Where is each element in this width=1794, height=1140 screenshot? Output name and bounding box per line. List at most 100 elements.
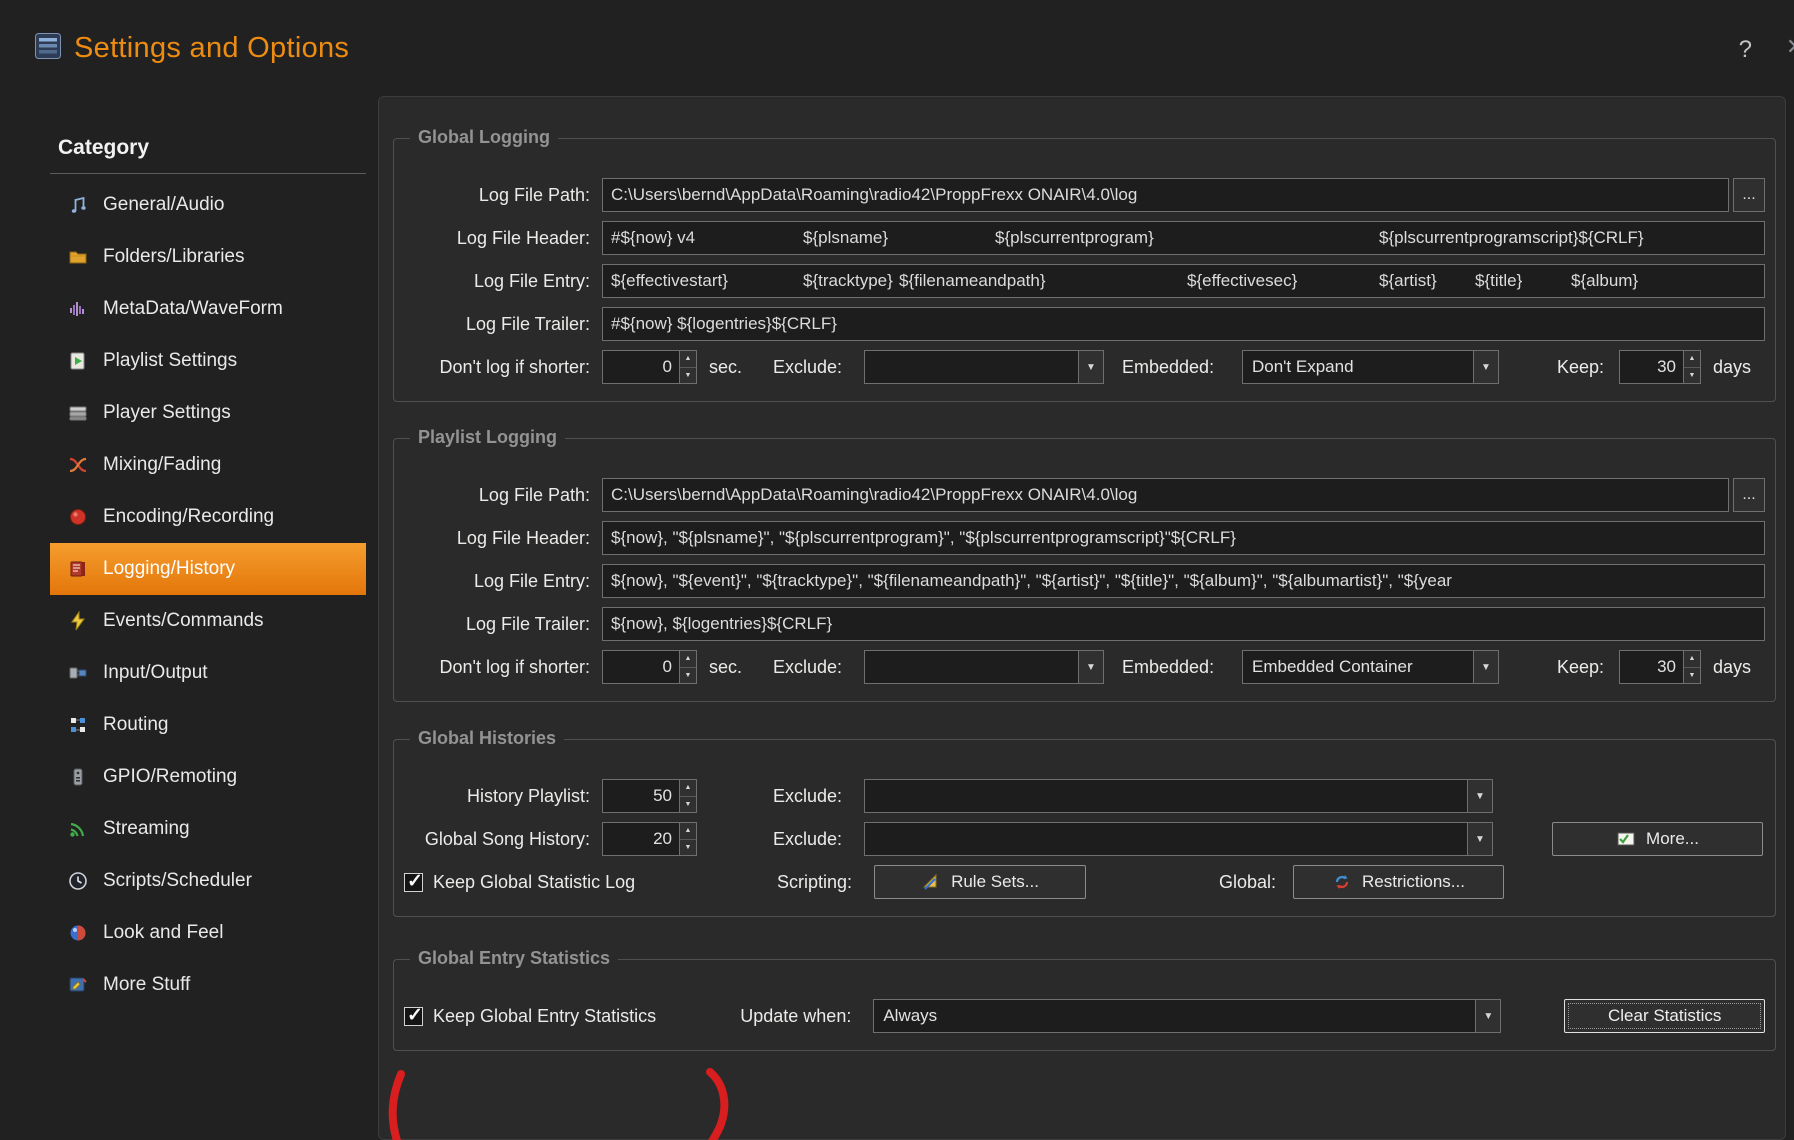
gh-exclude2-dropdown[interactable]: ▼	[864, 822, 1493, 856]
sync-arrows-icon	[1332, 872, 1352, 892]
log-file-path-label: Log File Path:	[404, 185, 602, 206]
sidebar-item-label: Mixing/Fading	[103, 454, 221, 476]
dont-log-shorter-label: Don't log if shorter:	[404, 357, 602, 378]
chevron-down-icon[interactable]: ▼	[1467, 823, 1492, 855]
update-when-label: Update when:	[703, 1006, 852, 1027]
log-file-header-label: Log File Header:	[404, 228, 602, 249]
gl-keep-spinner[interactable]: 30 ▲▼	[1619, 350, 1701, 384]
chevron-down-icon[interactable]: ▼	[1473, 651, 1498, 683]
history-playlist-spinner[interactable]: 50 ▲▼	[602, 779, 697, 813]
log-book-icon	[68, 559, 88, 579]
spinner-down-icon[interactable]: ▼	[680, 368, 696, 384]
gh-statistic-log-row: Keep Global Statistic Log Scripting: Rul…	[404, 865, 1765, 899]
sidebar-item-player-settings[interactable]: Player Settings	[50, 387, 366, 439]
sidebar-item-mixing-fading[interactable]: Mixing/Fading	[50, 439, 366, 491]
sidebar-item-label: Routing	[103, 714, 169, 736]
chevron-down-icon[interactable]: ▼	[1078, 651, 1103, 683]
gh-exclude1-dropdown[interactable]: ▼	[864, 779, 1493, 813]
update-when-dropdown[interactable]: Always ▼	[873, 999, 1501, 1033]
gl-log-file-entry-input[interactable]: ${effectivestart} ${tracktype} ${filenam…	[602, 264, 1765, 298]
spinner-up-icon[interactable]: ▲	[680, 351, 696, 368]
gl-entry-row: Log File Entry: ${effectivestart} ${trac…	[404, 264, 1765, 298]
exclude-label: Exclude:	[762, 829, 842, 850]
spinner-down-icon[interactable]: ▼	[680, 797, 696, 813]
gl-embedded-value: Don't Expand	[1243, 357, 1473, 377]
chevron-down-icon[interactable]: ▼	[1473, 351, 1498, 383]
remote-icon	[68, 767, 88, 787]
pl-log-file-header-input[interactable]: ${now}, "${plsname}", "${plscurrentprogr…	[602, 521, 1765, 555]
sidebar-item-playlist-settings[interactable]: Playlist Settings	[50, 335, 366, 387]
sidebar-item-streaming[interactable]: Streaming	[50, 803, 366, 855]
pl-log-file-entry-input[interactable]: ${now}, "${event}", "${tracktype}", "${f…	[602, 564, 1765, 598]
pin-icon-partial[interactable]: ✕	[1786, 34, 1794, 60]
sidebar-item-scripts-scheduler[interactable]: Scripts/Scheduler	[50, 855, 366, 907]
ges-row: Keep Global Entry Statistics Update when…	[404, 999, 1765, 1033]
pl-keep-spinner[interactable]: 30 ▲▼	[1619, 650, 1701, 684]
pl-shorter-value: 0	[603, 651, 679, 683]
days-label: days	[1713, 357, 1751, 378]
restrictions-button-label: Restrictions...	[1362, 872, 1465, 892]
gl-log-file-path-input[interactable]: C:\Users\bernd\AppData\Roaming\radio42\P…	[602, 178, 1729, 212]
global-song-history-value: 20	[603, 823, 679, 855]
gl-options-row: Don't log if shorter: 0 ▲▼ sec. Exclude:…	[404, 350, 1765, 384]
record-dot-icon	[68, 507, 88, 527]
spinner-up-icon[interactable]: ▲	[680, 823, 696, 840]
global-entry-statistics-title: Global Entry Statistics	[410, 948, 618, 969]
global-logging-title: Global Logging	[410, 127, 558, 148]
keep-global-entry-statistics-checkbox[interactable]	[404, 1007, 423, 1026]
gl-log-file-header-input[interactable]: #${now} v4 ${plsname} ${plscurrentprogra…	[602, 221, 1765, 255]
spinner-down-icon[interactable]: ▼	[680, 840, 696, 856]
sidebar-item-more-stuff[interactable]: More Stuff	[50, 959, 366, 1011]
rule-sets-button[interactable]: Rule Sets...	[874, 865, 1086, 899]
playlist-play-icon	[68, 351, 88, 371]
chevron-down-icon[interactable]: ▼	[1467, 780, 1492, 812]
restrictions-button[interactable]: Restrictions...	[1293, 865, 1504, 899]
pl-log-file-path-input[interactable]: C:\Users\bernd\AppData\Roaming\radio42\P…	[602, 478, 1729, 512]
gl-exclude-dropdown[interactable]: ▼	[864, 350, 1104, 384]
log-file-header-label: Log File Header:	[404, 528, 602, 549]
sidebar-item-label: Input/Output	[103, 662, 208, 684]
sidebar-item-gpio-remoting[interactable]: GPIO/Remoting	[50, 751, 366, 803]
pl-embedded-dropdown[interactable]: Embedded Container ▼	[1242, 650, 1499, 684]
spinner-up-icon[interactable]: ▲	[1684, 651, 1700, 668]
gl-log-file-trailer-input[interactable]: #${now} ${logentries}${CRLF}	[602, 307, 1765, 341]
crossfade-icon	[68, 455, 88, 475]
spinner-down-icon[interactable]: ▼	[1684, 368, 1700, 384]
sidebar-item-encoding-recording[interactable]: Encoding/Recording	[50, 491, 366, 543]
chevron-down-icon[interactable]: ▼	[1078, 351, 1103, 383]
sidebar-item-logging-history[interactable]: Logging/History	[50, 543, 366, 595]
gl-shorter-spinner[interactable]: 0 ▲▼	[602, 350, 697, 384]
sidebar-item-label: Player Settings	[103, 402, 231, 424]
keep-global-statistic-log-checkbox[interactable]	[404, 873, 423, 892]
dont-log-shorter-label: Don't log if shorter:	[404, 657, 602, 678]
global-histories-title: Global Histories	[410, 728, 564, 749]
gl-path-row: Log File Path: C:\Users\bernd\AppData\Ro…	[404, 178, 1765, 212]
sidebar-item-events-commands[interactable]: Events/Commands	[50, 595, 366, 647]
sidebar-item-look-and-feel[interactable]: Look and Feel	[50, 907, 366, 959]
help-button[interactable]: ?	[1739, 36, 1752, 64]
pl-options-row: Don't log if shorter: 0 ▲▼ sec. Exclude:…	[404, 650, 1765, 684]
sidebar-item-folders-libraries[interactable]: Folders/Libraries	[50, 231, 366, 283]
sidebar-item-general-audio[interactable]: General/Audio	[50, 179, 366, 231]
chevron-down-icon[interactable]: ▼	[1475, 1000, 1500, 1032]
clear-statistics-button[interactable]: Clear Statistics	[1564, 999, 1765, 1033]
pl-log-file-trailer-input[interactable]: ${now}, ${logentries}${CRLF}	[602, 607, 1765, 641]
gl-embedded-dropdown[interactable]: Don't Expand ▼	[1242, 350, 1499, 384]
gl-browse-button[interactable]: ...	[1733, 178, 1765, 212]
global-song-history-spinner[interactable]: 20 ▲▼	[602, 822, 697, 856]
spinner-up-icon[interactable]: ▲	[680, 651, 696, 668]
pl-path-row: Log File Path: C:\Users\bernd\AppData\Ro…	[404, 478, 1765, 512]
pl-browse-button[interactable]: ...	[1733, 478, 1765, 512]
global-entry-statistics-group: Global Entry Statistics Keep Global Entr…	[393, 959, 1776, 1051]
more-button[interactable]: More...	[1552, 822, 1763, 856]
spinner-up-icon[interactable]: ▲	[680, 780, 696, 797]
sidebar-item-input-output[interactable]: Input/Output	[50, 647, 366, 699]
sidebar-item-routing[interactable]: Routing	[50, 699, 366, 751]
pl-shorter-spinner[interactable]: 0 ▲▼	[602, 650, 697, 684]
global-label: Global:	[1086, 872, 1276, 893]
spinner-up-icon[interactable]: ▲	[1684, 351, 1700, 368]
spinner-down-icon[interactable]: ▼	[680, 668, 696, 684]
pl-exclude-dropdown[interactable]: ▼	[864, 650, 1104, 684]
sidebar-item-metadata-waveform[interactable]: MetaData/WaveForm	[50, 283, 366, 335]
spinner-down-icon[interactable]: ▼	[1684, 668, 1700, 684]
